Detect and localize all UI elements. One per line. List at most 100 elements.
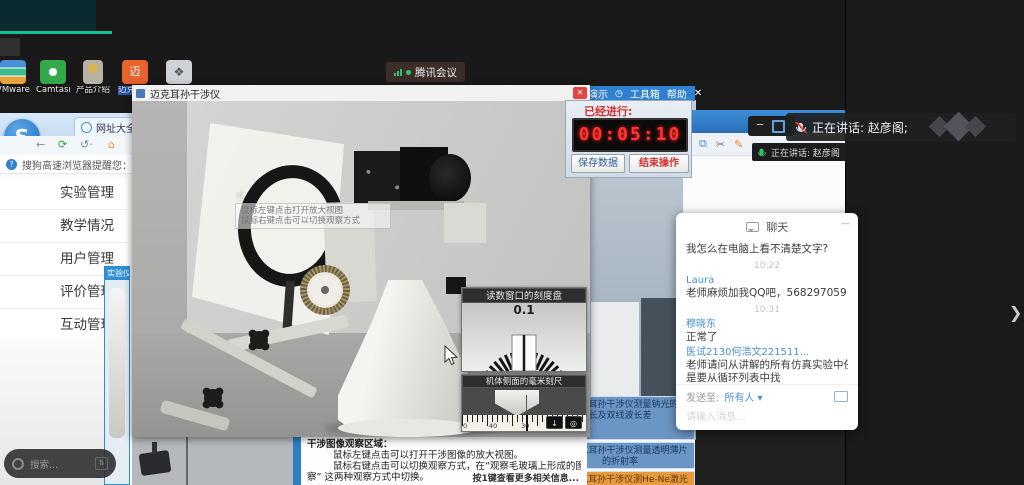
chat-message: 老师麻烦加我QQ吧，568297059 [686,287,848,300]
side-window-titlebar: 实验仪 [105,267,129,280]
vmware-icon [0,60,26,84]
sim-viewport[interactable]: ☝ 鼠标左键点击打开放大视图 鼠标右键点击可以切换观察方式 读数窗口的刻度盘 0… [132,101,590,437]
instruction-line1: 干涉图像观察区域： [307,439,581,450]
product-intro-icon [83,60,103,84]
background-window-fragment [0,0,96,34]
tooltip-line2: 鼠标右键点击可以切换观察方式 [241,216,385,226]
undo-icon[interactable]: ↺· [80,138,93,151]
simulator-icon: ❖ [166,60,192,84]
chat-message: 我怎么在电脑上看不清楚文字? [686,243,848,256]
ruler-panel: 机体侧面的毫米刻尺 0 40 30 ↓ ◎ [461,374,587,432]
equipment-stem [152,442,157,454]
taskbar-fragment [0,38,20,56]
scene-fragment-bottom-left [132,437,293,485]
home-icon[interactable]: ⌂ [108,138,115,151]
timer-status-label: 已经进行: [566,101,691,119]
folder-icon[interactable] [834,391,848,402]
chat-footer: 发送至: 所有人 ▾ [676,384,858,404]
desktop-icon-simulator[interactable]: ❖ [162,60,196,84]
desktop-icon-label: 产品介绍 [76,86,110,95]
paste-icon[interactable]: ⧉ [699,137,707,151]
send-to-selector[interactable]: 所有人 ▾ [724,389,762,404]
optics-cylinder[interactable] [429,154,471,202]
globe-icon [81,122,92,133]
ruler-tick-label: 40 [489,422,497,430]
hand-cursor-icon: ☝ [236,189,244,204]
taskbar-search-pill[interactable]: 搜索... ⇅ [4,449,116,478]
sidebar-item-teaching-status[interactable]: 教学情况 [0,210,128,243]
chat-sender: 医试2130何浩文221511... [686,346,848,359]
chat-icon [746,222,759,232]
back-icon[interactable]: ← [36,138,45,151]
logo-diamond-icon [965,116,986,137]
chat-sender: Laura [686,274,848,287]
screenshot-root: VMware Workstati... CamtasiaS... 产品介绍 迈 … [0,0,1024,485]
sim-window-icon [136,89,145,98]
chevron-right-icon[interactable]: ❯ [1009,303,1022,322]
camera-icon-button[interactable]: ◎ [565,416,582,429]
dial-panel: 读数窗口的刻度盘 0.1 [461,287,587,372]
search-hint: 搜索... [30,457,89,471]
editor-content [683,156,845,219]
sim-window-title: 迈克耳孙干涉仪 [150,86,220,101]
share-border-line [96,31,112,34]
minimize-button[interactable]: ─ [757,121,763,131]
sim-close-button[interactable]: ✕ [573,87,587,99]
timer-dialog: 已经进行: 00:05:10 保存数据 结束操作 [565,100,692,178]
notice-shield-icon: ? [6,159,17,170]
dial-ticks [462,317,586,371]
desktop-icon-camtasia[interactable]: CamtasiaS... [36,60,70,95]
meeting-floating-pill[interactable]: 腾讯会议 [386,62,465,82]
menubar-close-button[interactable]: ✕ [694,88,702,99]
menu-demo[interactable]: 演示 [588,86,608,101]
chat-input[interactable]: 请输入消息... [686,408,746,423]
machine-base-rim [338,419,478,437]
stand-knob-lower[interactable] [204,389,222,407]
speaking-banner-text: 正在讲话: 赵彦阁; [812,119,908,136]
stand-knob-upper[interactable] [250,331,268,349]
timer-led-display: 00:05:10 [572,118,688,152]
chat-header: 聊天 — [686,219,848,235]
ruler-tick-label: 0 [463,422,467,430]
menu-toolbox[interactable]: 工具箱 [630,86,660,101]
end-operation-button[interactable]: 结束操作 [629,154,689,173]
download-icon-button[interactable]: ↓ [546,416,563,429]
chat-minimize-button[interactable]: — [841,219,850,229]
search-shortcut-box: ⇅ [95,457,108,470]
desktop-icon-vmware[interactable]: VMware Workstati... [0,60,30,95]
meeting-pill-label: 腾讯会议 [415,65,457,80]
desktop-icon-product-intro[interactable]: 产品介绍 [76,60,110,95]
notice-text: 搜狗高速浏览器提醒您：记住此 [22,157,138,172]
desktop-icon-label: VMware Workstati... [0,86,30,95]
instruction-more: 按1键查看更多相关信息... [472,471,579,484]
sidebar-item-experiment-mgmt[interactable]: 实验管理 [0,177,128,210]
live-mic-icon [759,149,763,156]
chat-message: 正常了 [686,331,848,344]
ruler-pointer-housing [495,390,539,416]
tab-title: 网址大全 [96,120,136,135]
sim-window: 迈克耳孙干涉仪 ✕ [132,85,590,437]
dial-panel-title: 读数窗口的刻度盘 [462,288,586,303]
cut-icon[interactable]: ✂ [716,138,725,151]
muted-mic-icon [798,123,803,131]
sim-titlebar[interactable]: 迈克耳孙干涉仪 ✕ [132,85,590,102]
refresh-icon[interactable]: ⟳ [58,138,67,151]
speaking-banner-small: 正在讲话: 赵彦阁 [752,143,846,161]
save-data-button[interactable]: 保存数据 [571,154,625,173]
tooltip-line1: 鼠标左键点击打开放大视图 [241,206,385,216]
chat-sender: 穆晓东 [686,318,848,331]
clock-icon: ◷ [615,89,623,99]
micrometer-drum[interactable] [300,265,350,315]
chat-title: 聊天 [766,221,788,234]
restore-button[interactable] [772,120,785,133]
brush-icon[interactable]: ✎ [734,138,743,151]
mouse-cursor [444,345,460,367]
instruction-panel: 干涉图像观察区域： 鼠标左键点击可以打开干涉图像的放大视图。 鼠标右键点击可以切… [301,437,587,485]
camtasia-icon [40,60,66,84]
ruler-panel-title: 机体侧面的毫米刻尺 [462,375,586,388]
signal-bars-icon [394,69,402,76]
chat-message: 老师请问从讲解的所有仿真实验中任何做一个就 [686,359,848,372]
menu-help[interactable]: 帮助 [667,86,687,101]
status-dot-icon [406,70,411,75]
pole-fragment [186,437,188,485]
